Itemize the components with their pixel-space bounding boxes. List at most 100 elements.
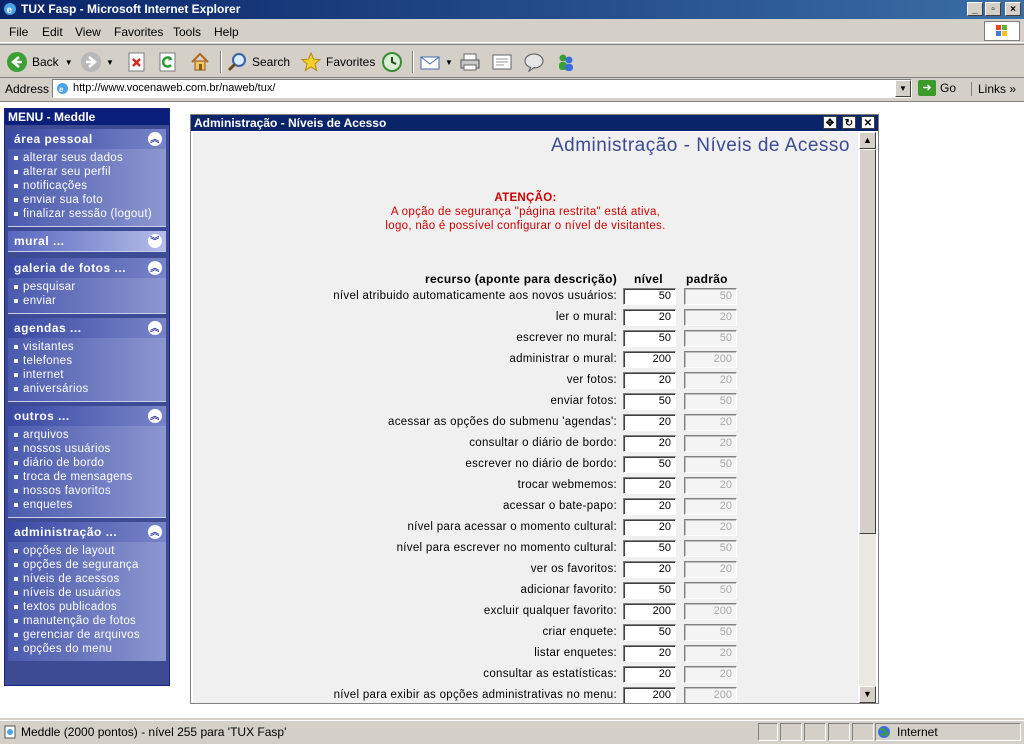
default-level-field: 20 [684, 645, 737, 662]
level-input[interactable]: 20 [623, 519, 676, 536]
restore-window-icon[interactable]: ↻ [842, 116, 856, 129]
level-input[interactable]: 20 [623, 498, 676, 515]
collapse-chevron-icon[interactable]: ︽ [148, 321, 162, 335]
sidebar-item-logout[interactable]: finalizar sessão (logout) [14, 207, 166, 221]
level-input[interactable]: 200 [623, 687, 676, 703]
sidebar-item-enviar[interactable]: enviar [14, 294, 166, 308]
home-button[interactable] [189, 50, 215, 74]
section-header-mural[interactable]: mural ... ︾ [8, 231, 166, 251]
history-button[interactable] [381, 50, 407, 74]
warning-line-1: A opção de segurança "página restrita" e… [390, 206, 661, 218]
level-input[interactable]: 20 [623, 435, 676, 452]
close-window-icon[interactable]: ✕ [861, 116, 875, 129]
level-input[interactable]: 50 [623, 540, 676, 557]
section-header-galeria[interactable]: galeria de fotos ... ︽ [8, 258, 166, 278]
menu-favorites[interactable]: Favorites [114, 25, 163, 39]
level-input[interactable]: 50 [623, 393, 676, 410]
scroll-up-icon[interactable]: ▲ [859, 132, 876, 149]
sidebar-item-manutencao-fotos[interactable]: manutenção de fotos [14, 614, 166, 628]
sidebar-item-niveis-usuarios[interactable]: níveis de usuários [14, 586, 166, 600]
address-url: http://www.vocenaweb.com.br/naweb/tux/ [73, 82, 276, 94]
edit-button[interactable] [491, 50, 517, 74]
sidebar-item-enquetes[interactable]: enquetes [14, 498, 166, 512]
restore-button[interactable]: ▫ [985, 2, 1001, 16]
level-input[interactable]: 20 [623, 414, 676, 431]
sidebar-item-internet[interactable]: internet [14, 368, 166, 382]
level-input[interactable]: 20 [623, 666, 676, 683]
level-input[interactable]: 50 [623, 330, 676, 347]
mail-button[interactable]: ▼ [419, 50, 453, 74]
section-header-agendas[interactable]: agendas ... ︽ [8, 318, 166, 338]
forward-button[interactable]: ▼ [80, 50, 114, 74]
sidebar-item-alterar-dados[interactable]: alterar seus dados [14, 151, 166, 165]
move-icon[interactable]: ✥ [823, 116, 837, 129]
discuss-button[interactable] [523, 50, 549, 74]
section-header-area-pessoal[interactable]: área pessoal ︽ [8, 129, 166, 149]
sidebar-item-diario-bordo[interactable]: diário de bordo [14, 456, 166, 470]
print-button[interactable] [459, 50, 485, 74]
address-input[interactable]: e http://www.vocenaweb.com.br/naweb/tux/… [52, 79, 912, 98]
sidebar-item-pesquisar[interactable]: pesquisar [14, 280, 166, 294]
section-header-administracao[interactable]: administração ... ︽ [8, 522, 166, 542]
level-input[interactable]: 20 [623, 561, 676, 578]
back-dropdown-icon[interactable]: ▼ [65, 58, 73, 67]
sidebar-item-alterar-perfil[interactable]: alterar seu perfil [14, 165, 166, 179]
menu-tools[interactable]: Tools [173, 25, 201, 39]
level-input[interactable]: 50 [623, 456, 676, 473]
mail-dropdown-icon[interactable]: ▼ [445, 58, 453, 67]
scroll-thumb[interactable] [859, 149, 876, 534]
links-button[interactable]: Links » [971, 82, 1016, 96]
expand-chevron-icon[interactable]: ︾ [148, 234, 162, 248]
menu-view[interactable]: View [75, 25, 101, 39]
level-input[interactable]: 20 [623, 477, 676, 494]
messenger-button[interactable] [555, 50, 581, 74]
address-dropdown-icon[interactable]: ▼ [895, 80, 911, 97]
sidebar-item-niveis-acessos[interactable]: níveis de acessos [14, 572, 166, 586]
table-row: acessar o bate-papo: 20 20 [193, 497, 858, 518]
default-level-field: 50 [684, 330, 737, 347]
sidebar-item-opcoes-seguranca[interactable]: opções de segurança [14, 558, 166, 572]
sidebar-item-enviar-foto[interactable]: enviar sua foto [14, 193, 166, 207]
refresh-button[interactable] [157, 50, 183, 74]
home-icon [191, 52, 209, 71]
level-input[interactable]: 20 [623, 645, 676, 662]
sidebar-item-troca-mensagens[interactable]: troca de mensagens [14, 470, 166, 484]
level-input[interactable]: 200 [623, 603, 676, 620]
menu-help[interactable]: Help [214, 25, 239, 39]
level-input[interactable]: 50 [623, 288, 676, 305]
minimize-button[interactable]: _ [967, 2, 983, 16]
favorites-button[interactable]: Favorites [300, 50, 375, 74]
scroll-track[interactable] [859, 534, 876, 686]
level-input[interactable]: 20 [623, 309, 676, 326]
level-input[interactable]: 50 [623, 582, 676, 599]
section-header-outros[interactable]: outros ... ︽ [8, 406, 166, 426]
vertical-scrollbar[interactable]: ▲ ▼ [859, 132, 876, 703]
go-button[interactable]: ➜ Go [918, 80, 956, 96]
stop-button[interactable] [126, 50, 152, 74]
sidebar-item-aniversarios[interactable]: aniversários [14, 382, 166, 396]
sidebar-item-nossos-usuarios[interactable]: nossos usuários [14, 442, 166, 456]
collapse-chevron-icon[interactable]: ︽ [148, 132, 162, 146]
sidebar-item-telefones[interactable]: telefones [14, 354, 166, 368]
sidebar-item-nossos-favoritos[interactable]: nossos favoritos [14, 484, 166, 498]
search-button[interactable]: Search [226, 50, 290, 74]
level-input[interactable]: 20 [623, 372, 676, 389]
sidebar-item-notificacoes[interactable]: notificações [14, 179, 166, 193]
collapse-chevron-icon[interactable]: ︽ [148, 525, 162, 539]
level-input[interactable]: 50 [623, 624, 676, 641]
scroll-down-icon[interactable]: ▼ [859, 686, 876, 703]
sidebar-item-arquivos[interactable]: arquivos [14, 428, 166, 442]
sidebar-item-opcoes-menu[interactable]: opções do menu [14, 642, 166, 656]
sidebar-item-opcoes-layout[interactable]: opções de layout [14, 544, 166, 558]
level-input[interactable]: 200 [623, 351, 676, 368]
menu-edit[interactable]: Edit [42, 25, 63, 39]
collapse-chevron-icon[interactable]: ︽ [148, 409, 162, 423]
close-button[interactable]: × [1005, 2, 1021, 16]
sidebar-item-visitantes[interactable]: visitantes [14, 340, 166, 354]
menu-file[interactable]: File [9, 25, 28, 39]
sidebar-item-gerenciar-arquivos[interactable]: gerenciar de arquivos [14, 628, 166, 642]
collapse-chevron-icon[interactable]: ︽ [148, 261, 162, 275]
sidebar-item-textos-publicados[interactable]: textos publicados [14, 600, 166, 614]
forward-dropdown-icon[interactable]: ▼ [106, 58, 114, 67]
back-button[interactable]: Back ▼ [6, 50, 73, 74]
